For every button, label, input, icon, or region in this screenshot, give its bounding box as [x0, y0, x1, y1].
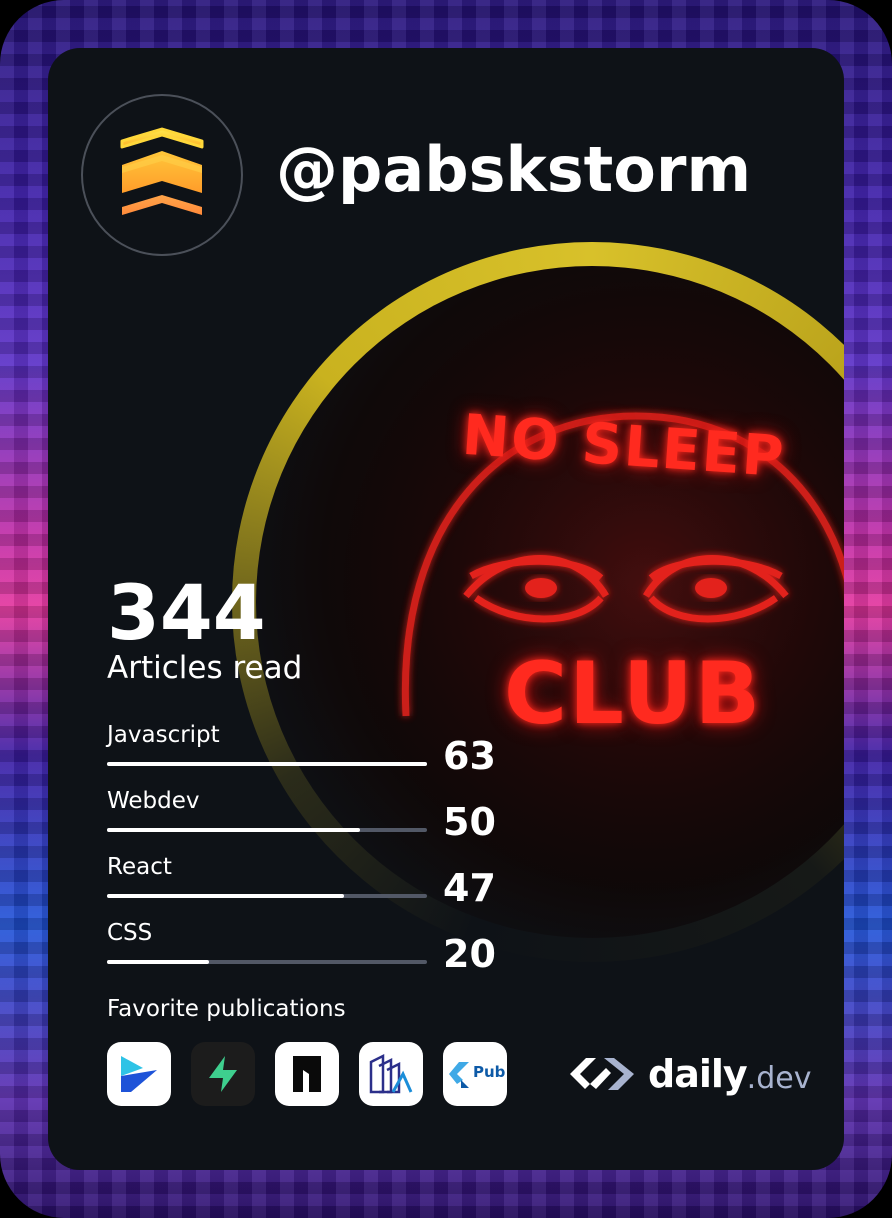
avatar: [81, 94, 243, 256]
publication-logo: [275, 1042, 339, 1106]
tag-progress-track: [107, 828, 427, 832]
publication-logo: Pub: [443, 1042, 507, 1106]
tag-progress-fill: [107, 828, 360, 832]
tag-value: 47: [443, 866, 496, 910]
publication-arrow-icon: [121, 1056, 157, 1092]
tag-progress-fill: [107, 960, 210, 964]
articles-label: Articles read: [107, 650, 303, 686]
publication-logo: [359, 1042, 423, 1106]
daily-dev-logo-icon: [570, 1058, 634, 1090]
brand-word: daily: [648, 1052, 748, 1096]
neon-text-bottom: CLUB: [504, 644, 763, 744]
card-background: @pabskstorm NO SLEEP CLUB 344 Articles r…: [0, 0, 892, 1218]
tag-row: Javascript 63: [107, 720, 527, 780]
supabase-bolt-icon: [209, 1056, 237, 1092]
tag-value: 63: [443, 734, 496, 778]
publication-notch-icon: [293, 1056, 321, 1092]
publication-logo: [191, 1042, 255, 1106]
tag-row: React 47: [107, 852, 527, 912]
tag-value: 50: [443, 800, 496, 844]
tag-progress-fill: [107, 762, 427, 766]
tag-progress-track: [107, 762, 427, 766]
tag-progress-fill: [107, 894, 344, 898]
tag-row: Webdev 50: [107, 786, 527, 846]
tag-progress-track: [107, 894, 427, 898]
tag-name: Javascript: [107, 722, 220, 748]
rank-chevrons-icon: [120, 127, 204, 215]
tag-value: 20: [443, 932, 496, 976]
tag-name: React: [107, 854, 172, 880]
publication-logo: [107, 1042, 171, 1106]
tag-name: CSS: [107, 920, 153, 946]
devcard: @pabskstorm NO SLEEP CLUB 344 Articles r…: [48, 48, 844, 1170]
publication-stack-icon: [369, 1053, 413, 1094]
bg-glow-bar: [846, 0, 854, 1218]
daily-dev-brand: daily .dev: [566, 1048, 811, 1100]
tag-progress-track: [107, 960, 427, 964]
brand-ext: .dev: [746, 1060, 812, 1096]
tag-name: Webdev: [107, 788, 200, 814]
flutter-pub-label: Pub: [473, 1063, 506, 1081]
articles-count: 344: [107, 568, 266, 657]
favorite-publications-title: Favorite publications: [107, 996, 346, 1022]
tag-row: CSS 20: [107, 918, 527, 978]
username: @pabskstorm: [276, 133, 752, 206]
